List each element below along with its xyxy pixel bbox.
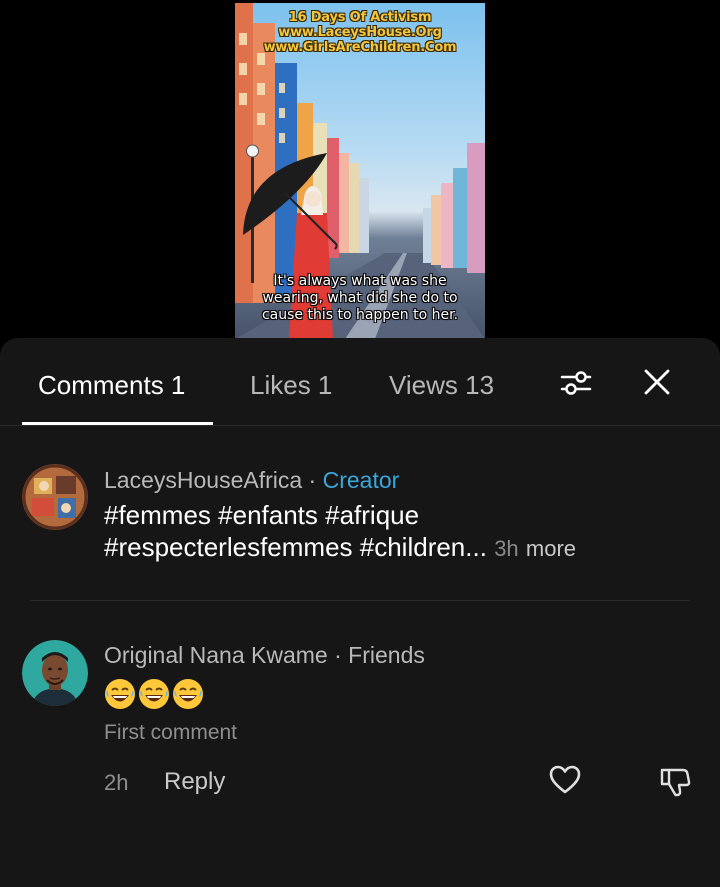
comment-emojis: [104, 678, 204, 712]
sliders-icon: [560, 371, 592, 395]
user-avatar-image: [22, 640, 88, 706]
more-link[interactable]: more: [526, 536, 576, 561]
video-preview[interactable]: 16 Days Of Activism www.LaceysHouse.Org …: [235, 3, 485, 339]
avatar[interactable]: [22, 640, 88, 706]
overlay-line: www.LaceysHouse.Org: [278, 25, 442, 40]
username-text[interactable]: Original Nana Kwame: [104, 642, 328, 668]
comment-time: 3h: [494, 536, 519, 561]
comment-username: Original Nana Kwame · Friends: [104, 641, 425, 669]
comment-username: LaceysHouseAfrica · Creator: [104, 466, 399, 494]
tab-comments[interactable]: Comments 1: [38, 370, 185, 400]
tab-views[interactable]: Views 13: [389, 370, 494, 400]
active-tab-indicator: [22, 422, 213, 425]
comment-subtext: First comment: [104, 721, 238, 744]
comment-text-line: #femmes #enfants #afrique: [104, 500, 420, 530]
tab-likes[interactable]: Likes 1: [250, 370, 332, 400]
separator-dot: ·: [327, 642, 349, 668]
overlay-line: www.GirlsAreChildren.Com: [263, 40, 457, 55]
close-button[interactable]: [641, 366, 673, 398]
laughing-emoji-icon: [173, 679, 203, 709]
laughing-emoji-icon: [105, 679, 135, 709]
comment-text-line-2: #respecterlesfemmes #children... 3h more: [104, 531, 576, 565]
separator-dot: ·: [302, 467, 323, 493]
tab-bar: Comments 1 Likes 1 Views 13: [0, 338, 720, 426]
reply-button[interactable]: Reply: [164, 768, 225, 796]
like-button[interactable]: [548, 764, 582, 796]
filter-button[interactable]: [558, 368, 594, 398]
comments-sheet: Comments 1 Likes 1 Views 13 LaceysHouseA…: [0, 338, 720, 887]
thumbs-down-icon: [660, 768, 691, 797]
heart-icon: [549, 765, 581, 794]
friends-badge: Friends: [348, 642, 425, 668]
close-icon: [644, 369, 670, 395]
laughing-emoji-icon: [139, 679, 169, 709]
overlay-line: 16 Days Of Activism: [288, 10, 432, 25]
dislike-button[interactable]: [658, 764, 692, 798]
avatar[interactable]: [22, 464, 88, 530]
video-caption: It's always what was she wearing, what d…: [261, 273, 459, 323]
comment-time: 2h: [104, 770, 129, 795]
comment-divider: [30, 600, 690, 601]
creator-badge: Creator: [322, 467, 400, 493]
comment-text-truncated: #respecterlesfemmes #children...: [104, 532, 487, 562]
username-text[interactable]: LaceysHouseAfrica: [104, 467, 302, 493]
video-overlay-text: 16 Days Of Activism www.LaceysHouse.Org …: [235, 10, 485, 55]
creator-avatar-image: [22, 464, 88, 530]
